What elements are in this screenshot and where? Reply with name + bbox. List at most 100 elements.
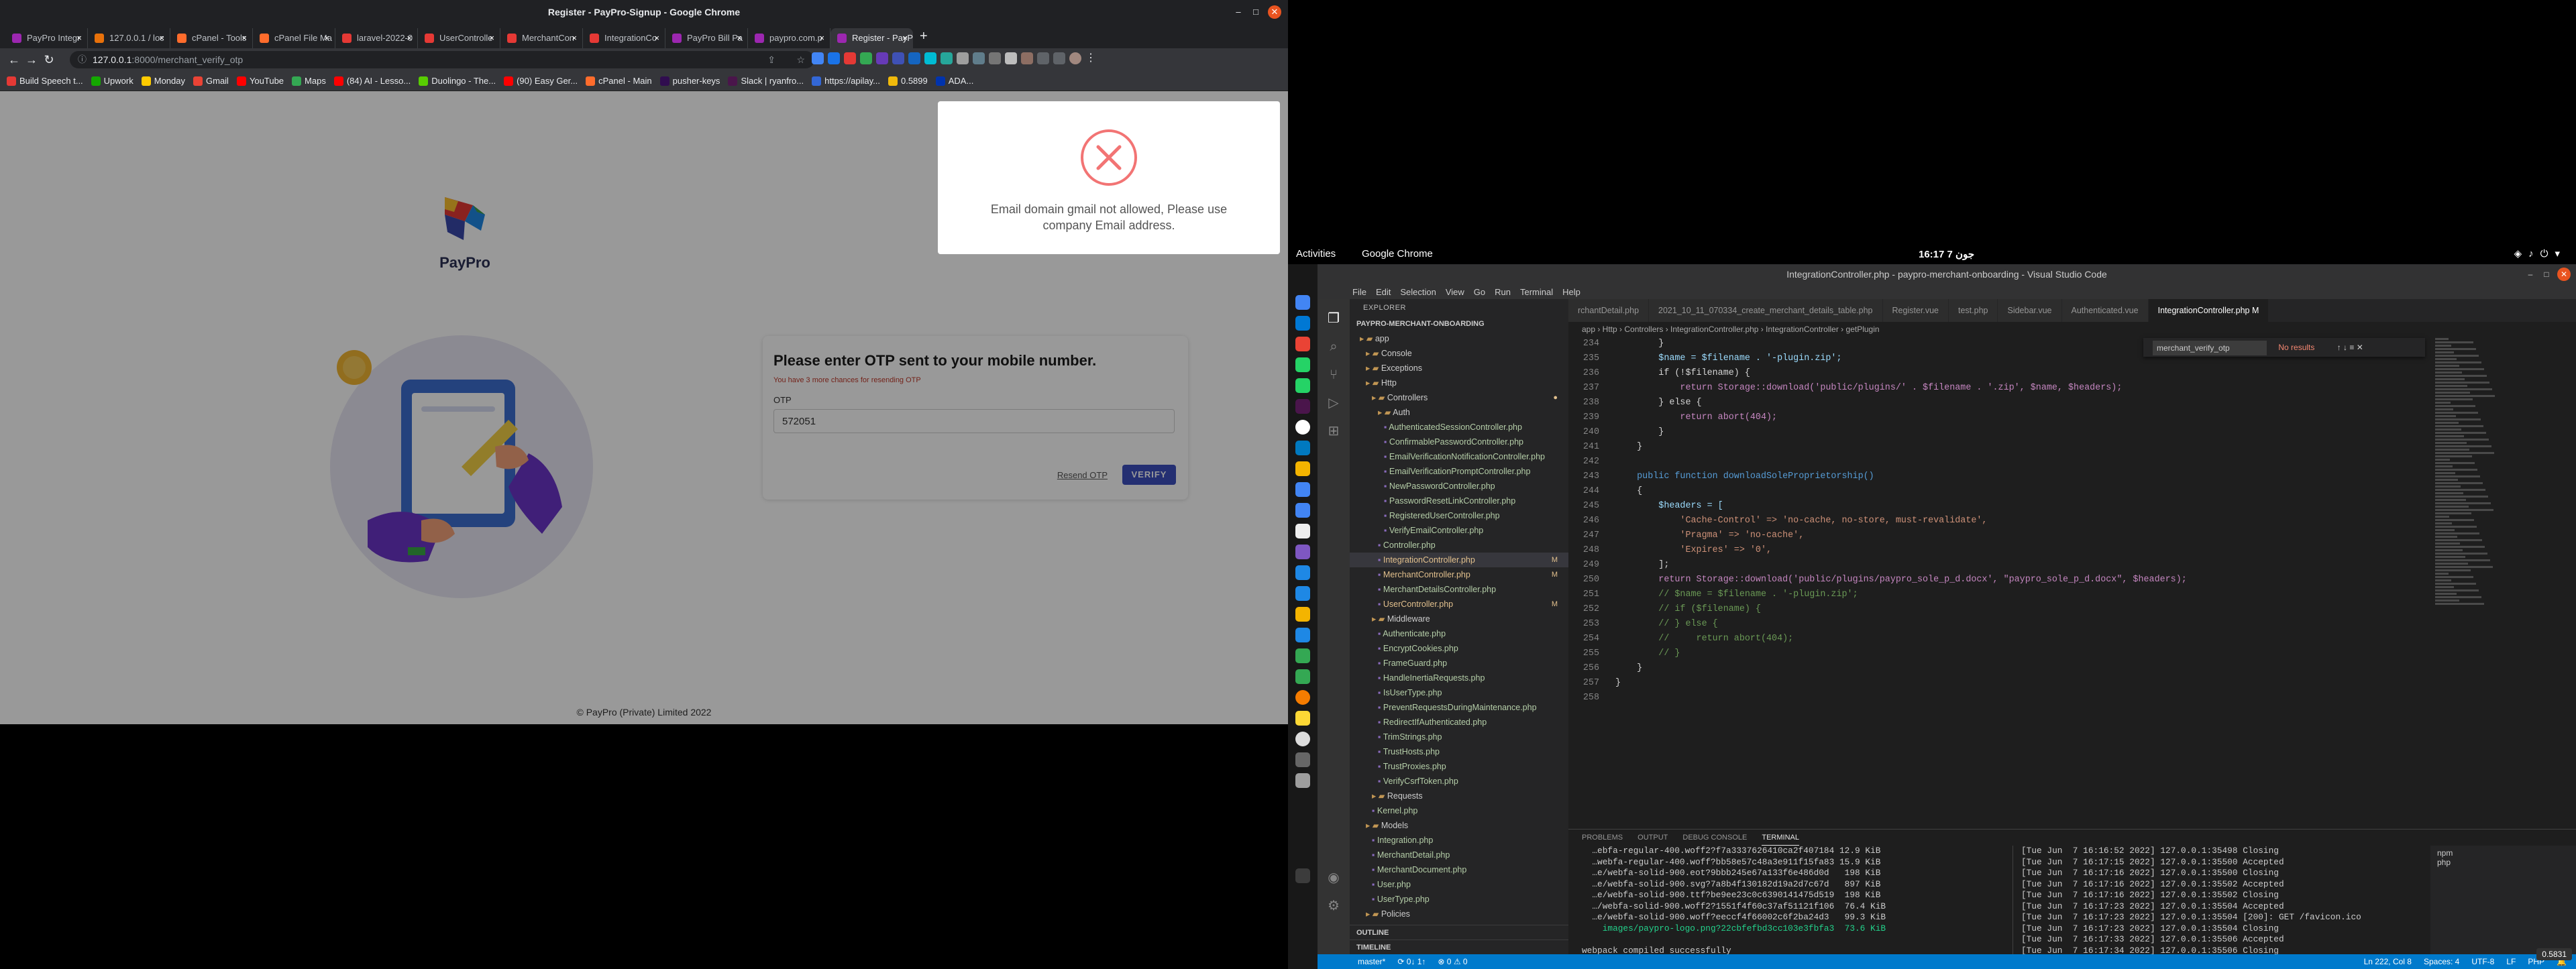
vscode-dock-icon[interactable] [1295, 316, 1310, 331]
tree-file[interactable]: ▪ Integration.php [1350, 833, 1568, 848]
terminal-webpack[interactable]: …ebfa-regular-400.woff2?f7a3337626410ca2… [1582, 846, 2011, 956]
sync-status[interactable]: ⟳ 0↓ 1↑ [1397, 954, 1426, 969]
menu-edit[interactable]: Edit [1376, 287, 1391, 297]
panel-tab-output[interactable]: OUTPUT [1638, 830, 1668, 846]
tab-close-icon[interactable]: × [902, 28, 908, 48]
tree-file[interactable]: ▪ TrustProxies.php [1350, 759, 1568, 774]
menu-view[interactable]: View [1446, 287, 1464, 297]
tab-close-icon[interactable]: × [324, 28, 329, 48]
browser-tab[interactable]: cPanel - Tools × [170, 28, 253, 48]
panel-tab-problems[interactable]: PROBLEMS [1582, 830, 1623, 846]
status-item[interactable]: Ln 222, Col 8 [2364, 954, 2412, 969]
bookmark-item[interactable]: YouTube [236, 76, 284, 86]
app-dock-icon[interactable] [1295, 565, 1310, 580]
extension-icon[interactable] [973, 52, 985, 64]
tree-file[interactable]: ▪ AuthenticatedSessionController.php [1350, 420, 1568, 435]
bookmark-item[interactable]: ADA... [935, 76, 973, 86]
run-debug-icon[interactable]: ▷ [1325, 394, 1342, 412]
extensions-icon[interactable]: ⊞ [1325, 422, 1342, 440]
account-icon[interactable]: ◉ [1325, 869, 1342, 887]
tab-close-icon[interactable]: × [407, 28, 412, 48]
extension-icon[interactable] [812, 52, 824, 64]
extension-icon[interactable] [924, 52, 936, 64]
tree-file[interactable]: ▪ IntegrationController.php M [1350, 553, 1568, 567]
tab-close-icon[interactable]: × [489, 28, 494, 48]
files-dock-icon[interactable] [1295, 461, 1310, 476]
extension-icon[interactable] [876, 52, 888, 64]
browser-tab[interactable]: paypro.com.p × [748, 28, 830, 48]
browser-tab[interactable]: 127.0.0.1 / loc × [88, 28, 170, 48]
source-control-icon[interactable]: ⑂ [1325, 366, 1342, 384]
extension-icon[interactable] [1021, 52, 1033, 64]
manage-gear-icon[interactable]: ⚙ [1325, 897, 1342, 915]
tree-file[interactable]: ▪ TrimStrings.php [1350, 730, 1568, 744]
tab-close-icon[interactable]: × [76, 28, 82, 48]
menu-help[interactable]: Help [1562, 287, 1580, 297]
side-panel-icon[interactable] [1053, 52, 1065, 64]
editor-tab[interactable]: Sidebar.vue [1998, 299, 2062, 322]
menu-terminal[interactable]: Terminal [1520, 287, 1553, 297]
breadcrumb[interactable]: app › Http › Controllers › IntegrationCo… [1568, 322, 2576, 337]
extensions-puzzle-icon[interactable] [1037, 52, 1049, 64]
docs-dock-icon[interactable] [1295, 503, 1310, 518]
explorer-icon[interactable]: ❐ [1325, 310, 1342, 327]
chrome-dock-icon[interactable] [1295, 295, 1310, 310]
tree-file[interactable]: ▪ EmailVerificationNotificationControlle… [1350, 449, 1568, 464]
extension-icon[interactable] [1005, 52, 1017, 64]
tree-folder[interactable]: ▸ ▰ Console [1350, 346, 1568, 361]
minimize-icon[interactable]: – [2524, 268, 2537, 281]
status-item[interactable]: LF [2506, 954, 2516, 969]
menu-file[interactable]: File [1352, 287, 1366, 297]
search-icon[interactable]: ⌕ [1325, 338, 1342, 355]
back-icon[interactable]: ← [5, 53, 23, 67]
extension-icon[interactable] [844, 52, 856, 64]
tree-file[interactable]: ▪ Kernel.php [1350, 803, 1568, 818]
extension-icon[interactable] [957, 52, 969, 64]
app-dock-icon[interactable] [1295, 669, 1310, 684]
app-dock-icon[interactable] [1295, 545, 1310, 559]
tree-file[interactable]: ▪ MerchantDocument.php [1350, 862, 1568, 877]
editor-tab[interactable]: test.php [1949, 299, 1998, 322]
timeline-section[interactable]: TIMELINE [1350, 939, 1568, 954]
tree-file[interactable]: ▪ PasswordResetLinkController.php [1350, 494, 1568, 508]
system-tray[interactable]: ◈♪⏻▾ [2514, 247, 2567, 260]
app-dock-icon[interactable] [1295, 711, 1310, 726]
whatsapp-dock-icon[interactable] [1295, 378, 1310, 393]
minimap[interactable] [2435, 337, 2502, 712]
tree-file[interactable]: ▪ NewPasswordController.php [1350, 479, 1568, 494]
tree-file[interactable]: ▪ ConfirmablePasswordController.php [1350, 435, 1568, 449]
status-item[interactable]: UTF-8 [2471, 954, 2494, 969]
bookmark-item[interactable]: Upwork [91, 76, 133, 86]
forward-icon[interactable]: → [23, 53, 40, 67]
find-input[interactable]: merchant_verify_otp [2153, 340, 2267, 355]
app-menu[interactable]: Google Chrome [1362, 248, 1433, 260]
new-tab-icon[interactable]: + [920, 29, 928, 44]
tree-folder[interactable]: ▸ ▰ Exceptions [1350, 361, 1568, 376]
terminal-instance[interactable]: php [2437, 858, 2569, 867]
app-dock-icon[interactable] [1295, 752, 1310, 767]
tab-close-icon[interactable]: × [241, 28, 247, 48]
browser-tab[interactable]: PayPro Bill Pa × [665, 28, 748, 48]
menu-go[interactable]: Go [1474, 287, 1485, 297]
extension-icon[interactable] [892, 52, 904, 64]
tab-close-icon[interactable]: × [654, 28, 659, 48]
tree-file[interactable]: ▪ PreventRequestsDuringMaintenance.php [1350, 700, 1568, 715]
minimize-icon[interactable]: – [1232, 5, 1245, 19]
tree-folder[interactable]: ▸ ▰ app [1350, 331, 1568, 346]
editor-tab[interactable]: Authenticated.vue [2061, 299, 2149, 322]
close-window-icon[interactable]: ✕ [2557, 268, 2571, 281]
code-editor[interactable]: 234 } 235 $name = $filename . '-plugin.zi… [1568, 337, 2434, 793]
activities-button[interactable]: Activities [1296, 248, 1336, 260]
clock[interactable]: 16:17 جون 7 [1919, 248, 1974, 260]
extension-icon[interactable] [989, 52, 1001, 64]
bookmark-item[interactable]: 0.5899 [888, 76, 928, 86]
tab-close-icon[interactable]: × [819, 28, 824, 48]
extension-icon[interactable] [908, 52, 920, 64]
tree-file[interactable]: ▪ EmailVerificationPromptController.php [1350, 464, 1568, 479]
tree-folder[interactable]: ▸ ▰ Requests [1350, 789, 1568, 803]
tree-file[interactable]: ▪ RegisteredUserController.php [1350, 508, 1568, 523]
notes-dock-icon[interactable] [1295, 524, 1310, 538]
tree-file[interactable]: ▪ MerchantDetail.php [1350, 848, 1568, 862]
tree-folder[interactable]: ▸ ▰ Http [1350, 376, 1568, 390]
show-apps-icon[interactable] [1295, 868, 1310, 883]
